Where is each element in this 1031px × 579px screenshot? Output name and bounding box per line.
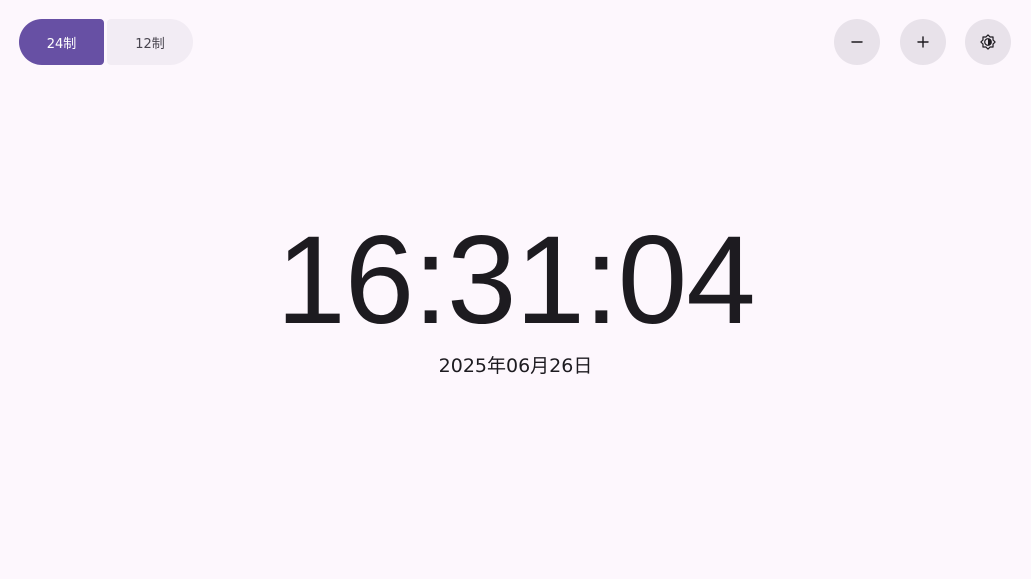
increase-size-button[interactable] (900, 19, 946, 65)
format-24h-button[interactable]: 24制 (19, 19, 104, 65)
time-format-toggle: 24制 12制 (19, 19, 193, 65)
plus-icon (916, 35, 930, 49)
format-12h-button[interactable]: 12制 (107, 19, 193, 65)
clock-time: 16:31:04 (276, 211, 756, 350)
clock-date: 2025年06月26日 (438, 355, 593, 377)
minus-icon (850, 35, 864, 49)
brightness-auto-icon (979, 33, 997, 51)
decrease-size-button[interactable] (834, 19, 880, 65)
theme-toggle-button[interactable] (965, 19, 1011, 65)
